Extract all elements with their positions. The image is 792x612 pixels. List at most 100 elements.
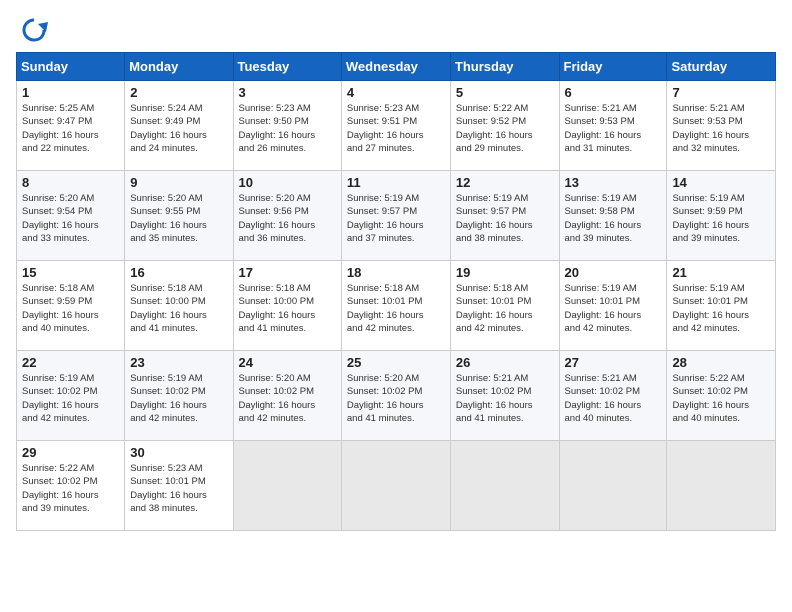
day-info: Sunrise: 5:23 AM Sunset: 10:01 PM Daylig…	[130, 462, 227, 515]
day-of-week-header: Thursday	[450, 53, 559, 81]
logo-icon	[20, 16, 48, 44]
day-number: 23	[130, 355, 227, 370]
day-number: 10	[239, 175, 336, 190]
calendar-day: 18 Sunrise: 5:18 AM Sunset: 10:01 PM Dayl…	[341, 261, 450, 351]
day-info: Sunrise: 5:18 AM Sunset: 10:00 PM Daylig…	[239, 282, 336, 335]
day-info: Sunrise: 5:20 AM Sunset: 9:55 PM Dayligh…	[130, 192, 227, 245]
calendar-week-row: 22 Sunrise: 5:19 AM Sunset: 10:02 PM Dayl…	[17, 351, 776, 441]
day-info: Sunrise: 5:21 AM Sunset: 9:53 PM Dayligh…	[565, 102, 662, 155]
day-info: Sunrise: 5:20 AM Sunset: 10:02 PM Daylig…	[239, 372, 336, 425]
calendar-week-row: 29Sunrise: 5:22 AM Sunset: 10:02 PM Dayl…	[17, 441, 776, 531]
calendar-day: 1Sunrise: 5:25 AM Sunset: 9:47 PM Daylig…	[17, 81, 125, 171]
calendar-day	[233, 441, 341, 531]
calendar-day: 21 Sunrise: 5:19 AM Sunset: 10:01 PM Dayl…	[667, 261, 776, 351]
calendar-day	[450, 441, 559, 531]
calendar-week-row: 15 Sunrise: 5:18 AM Sunset: 9:59 PM Dayli…	[17, 261, 776, 351]
calendar-day: 29Sunrise: 5:22 AM Sunset: 10:02 PM Dayl…	[17, 441, 125, 531]
day-info: Sunrise: 5:21 AM Sunset: 10:02 PM Daylig…	[456, 372, 554, 425]
day-number: 1	[22, 85, 119, 100]
calendar-table: SundayMondayTuesdayWednesdayThursdayFrid…	[16, 52, 776, 531]
calendar-day	[667, 441, 776, 531]
calendar-day: 11Sunrise: 5:19 AM Sunset: 9:57 PM Dayli…	[341, 171, 450, 261]
calendar-day: 24 Sunrise: 5:20 AM Sunset: 10:02 PM Dayl…	[233, 351, 341, 441]
day-number: 21	[672, 265, 770, 280]
day-info: Sunrise: 5:21 AM Sunset: 10:02 PM Daylig…	[565, 372, 662, 425]
day-info: Sunrise: 5:19 AM Sunset: 10:01 PM Daylig…	[672, 282, 770, 335]
calendar-day: 3 Sunrise: 5:23 AM Sunset: 9:50 PM Daylig…	[233, 81, 341, 171]
day-info: Sunrise: 5:23 AM Sunset: 9:50 PM Dayligh…	[239, 102, 336, 155]
logo	[16, 16, 48, 44]
calendar-day: 7Sunrise: 5:21 AM Sunset: 9:53 PM Daylig…	[667, 81, 776, 171]
day-number: 18	[347, 265, 445, 280]
calendar-week-row: 8 Sunrise: 5:20 AM Sunset: 9:54 PM Daylig…	[17, 171, 776, 261]
calendar-day: 10 Sunrise: 5:20 AM Sunset: 9:56 PM Dayli…	[233, 171, 341, 261]
calendar-day: 23 Sunrise: 5:19 AM Sunset: 10:02 PM Dayl…	[125, 351, 233, 441]
calendar-header-row: SundayMondayTuesdayWednesdayThursdayFrid…	[17, 53, 776, 81]
calendar-day: 30 Sunrise: 5:23 AM Sunset: 10:01 PM Dayl…	[125, 441, 233, 531]
calendar-day: 19 Sunrise: 5:18 AM Sunset: 10:01 PM Dayl…	[450, 261, 559, 351]
day-number: 13	[565, 175, 662, 190]
day-info: Sunrise: 5:23 AM Sunset: 9:51 PM Dayligh…	[347, 102, 445, 155]
day-number: 28	[672, 355, 770, 370]
day-of-week-header: Monday	[125, 53, 233, 81]
calendar-day: 12Sunrise: 5:19 AM Sunset: 9:57 PM Dayli…	[450, 171, 559, 261]
calendar-day: 2Sunrise: 5:24 AM Sunset: 9:49 PM Daylig…	[125, 81, 233, 171]
day-info: Sunrise: 5:19 AM Sunset: 9:58 PM Dayligh…	[565, 192, 662, 245]
calendar-day: 28 Sunrise: 5:22 AM Sunset: 10:02 PM Dayl…	[667, 351, 776, 441]
calendar-day: 6 Sunrise: 5:21 AM Sunset: 9:53 PM Daylig…	[559, 81, 667, 171]
day-info: Sunrise: 5:22 AM Sunset: 9:52 PM Dayligh…	[456, 102, 554, 155]
day-number: 9	[130, 175, 227, 190]
day-info: Sunrise: 5:19 AM Sunset: 10:01 PM Daylig…	[565, 282, 662, 335]
day-number: 2	[130, 85, 227, 100]
calendar-day: 13 Sunrise: 5:19 AM Sunset: 9:58 PM Dayli…	[559, 171, 667, 261]
day-info: Sunrise: 5:20 AM Sunset: 9:56 PM Dayligh…	[239, 192, 336, 245]
day-number: 3	[239, 85, 336, 100]
calendar-day: 5Sunrise: 5:22 AM Sunset: 9:52 PM Daylig…	[450, 81, 559, 171]
day-info: Sunrise: 5:18 AM Sunset: 10:01 PM Daylig…	[347, 282, 445, 335]
day-info: Sunrise: 5:22 AM Sunset: 10:02 PM Daylig…	[22, 462, 119, 515]
day-info: Sunrise: 5:20 AM Sunset: 9:54 PM Dayligh…	[22, 192, 119, 245]
day-of-week-header: Wednesday	[341, 53, 450, 81]
day-number: 24	[239, 355, 336, 370]
day-number: 4	[347, 85, 445, 100]
calendar-day: 22 Sunrise: 5:19 AM Sunset: 10:02 PM Dayl…	[17, 351, 125, 441]
calendar-day: 4 Sunrise: 5:23 AM Sunset: 9:51 PM Daylig…	[341, 81, 450, 171]
calendar-day: 25Sunrise: 5:20 AM Sunset: 10:02 PM Dayl…	[341, 351, 450, 441]
day-number: 26	[456, 355, 554, 370]
calendar-day: 9 Sunrise: 5:20 AM Sunset: 9:55 PM Daylig…	[125, 171, 233, 261]
day-number: 19	[456, 265, 554, 280]
day-number: 22	[22, 355, 119, 370]
day-number: 12	[456, 175, 554, 190]
calendar-day: 27Sunrise: 5:21 AM Sunset: 10:02 PM Dayl…	[559, 351, 667, 441]
day-info: Sunrise: 5:20 AM Sunset: 10:02 PM Daylig…	[347, 372, 445, 425]
day-of-week-header: Tuesday	[233, 53, 341, 81]
day-info: Sunrise: 5:18 AM Sunset: 9:59 PM Dayligh…	[22, 282, 119, 335]
day-number: 16	[130, 265, 227, 280]
day-info: Sunrise: 5:19 AM Sunset: 10:02 PM Daylig…	[22, 372, 119, 425]
day-info: Sunrise: 5:18 AM Sunset: 10:01 PM Daylig…	[456, 282, 554, 335]
day-info: Sunrise: 5:19 AM Sunset: 10:02 PM Daylig…	[130, 372, 227, 425]
day-number: 15	[22, 265, 119, 280]
day-info: Sunrise: 5:22 AM Sunset: 10:02 PM Daylig…	[672, 372, 770, 425]
day-number: 7	[672, 85, 770, 100]
day-number: 14	[672, 175, 770, 190]
calendar-week-row: 1Sunrise: 5:25 AM Sunset: 9:47 PM Daylig…	[17, 81, 776, 171]
page-header	[16, 16, 776, 44]
calendar-day: 20 Sunrise: 5:19 AM Sunset: 10:01 PM Dayl…	[559, 261, 667, 351]
calendar-day: 8 Sunrise: 5:20 AM Sunset: 9:54 PM Daylig…	[17, 171, 125, 261]
day-number: 8	[22, 175, 119, 190]
day-number: 17	[239, 265, 336, 280]
day-of-week-header: Saturday	[667, 53, 776, 81]
day-number: 6	[565, 85, 662, 100]
day-info: Sunrise: 5:19 AM Sunset: 9:59 PM Dayligh…	[672, 192, 770, 245]
day-of-week-header: Sunday	[17, 53, 125, 81]
day-number: 11	[347, 175, 445, 190]
calendar-day: 26 Sunrise: 5:21 AM Sunset: 10:02 PM Dayl…	[450, 351, 559, 441]
calendar-day: 17 Sunrise: 5:18 AM Sunset: 10:00 PM Dayl…	[233, 261, 341, 351]
calendar-day	[559, 441, 667, 531]
calendar-day	[341, 441, 450, 531]
day-number: 30	[130, 445, 227, 460]
calendar-day: 15 Sunrise: 5:18 AM Sunset: 9:59 PM Dayli…	[17, 261, 125, 351]
day-info: Sunrise: 5:18 AM Sunset: 10:00 PM Daylig…	[130, 282, 227, 335]
day-number: 20	[565, 265, 662, 280]
